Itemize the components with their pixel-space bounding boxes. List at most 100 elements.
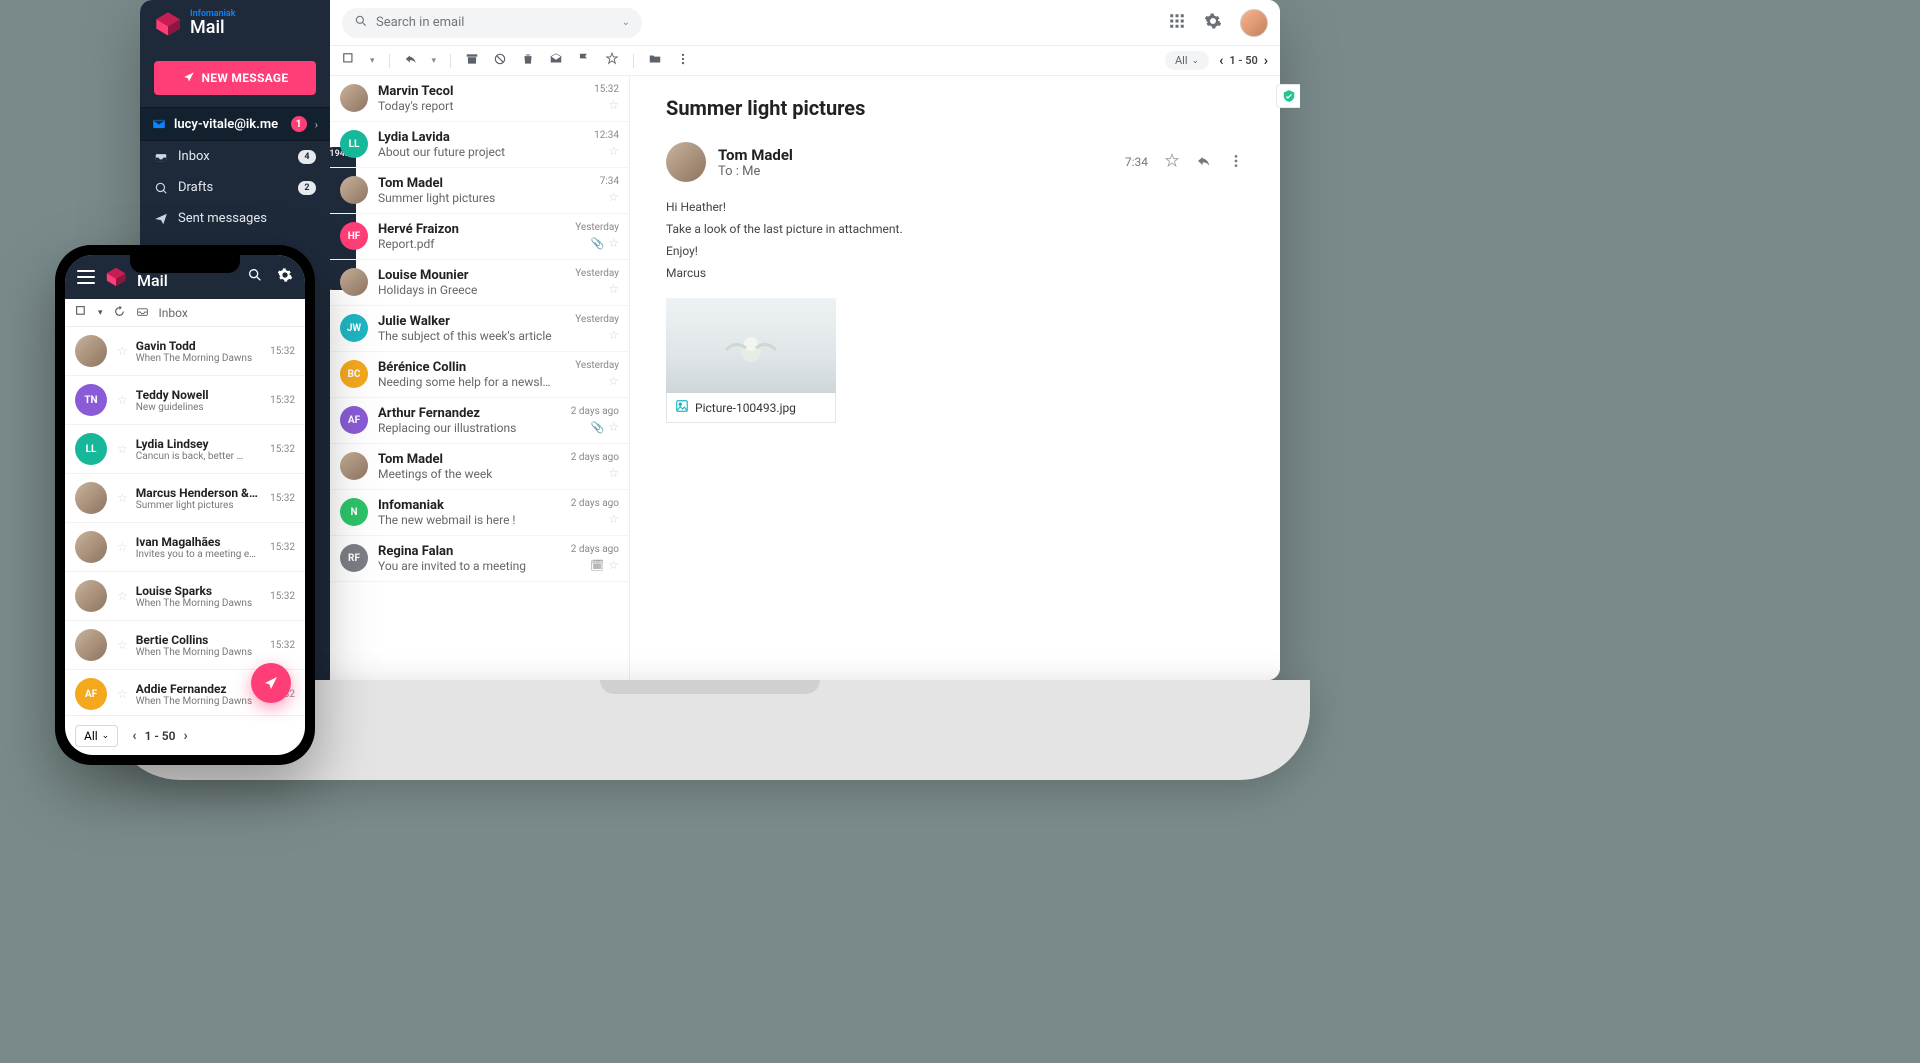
message-from: Lydia Lindsey <box>136 437 260 451</box>
phone-message-row[interactable]: TN ☆ Teddy Nowell New guidelines 15:32 <box>65 376 305 425</box>
new-message-button[interactable]: NEW MESSAGE <box>154 61 316 95</box>
star-icon[interactable]: ☆ <box>117 491 128 505</box>
phone-toolbar: ▾ Inbox <box>65 299 305 327</box>
message-row[interactable]: N Infomaniak The new webmail is here ! 2… <box>330 490 629 536</box>
chevron-down-icon[interactable]: ▾ <box>432 56 437 66</box>
search-icon[interactable] <box>247 267 263 287</box>
search-input[interactable] <box>376 15 614 30</box>
sidebar-item-sent[interactable]: Sent messages <box>140 203 330 234</box>
message-row[interactable]: Tom Madel Meetings of the week 2 days ag… <box>330 444 629 490</box>
chevron-down-icon[interactable]: ⌄ <box>622 17 630 28</box>
star-icon[interactable]: ☆ <box>117 638 128 652</box>
sender-avatar <box>666 142 706 182</box>
star-icon[interactable]: ☆ <box>117 393 128 407</box>
star-icon[interactable] <box>1164 153 1180 172</box>
gear-icon[interactable] <box>277 267 293 287</box>
select-all-checkbox[interactable] <box>75 305 88 321</box>
reader-body-line: Take a look of the last picture in attac… <box>666 222 1244 236</box>
star-icon[interactable]: ☆ <box>608 512 619 526</box>
star-icon[interactable]: ☆ <box>608 466 619 480</box>
message-row[interactable]: JW Julie Walker The subject of this week… <box>330 306 629 352</box>
star-icon[interactable]: ☆ <box>608 374 619 388</box>
compose-fab[interactable] <box>251 663 291 703</box>
message-list: Marvin Tecol Today's report 15:32 ☆ LL L… <box>330 76 630 680</box>
toolbar: ▾ ▾ All ⌄ <box>330 46 1280 76</box>
app-name: Mail <box>137 273 177 289</box>
sidebar-item-drafts[interactable]: Drafts 2 <box>140 172 330 203</box>
user-avatar[interactable] <box>1240 9 1268 37</box>
sender-avatar <box>340 84 368 112</box>
filter-dropdown[interactable]: All ⌄ <box>1165 51 1209 70</box>
message-subject: The new webmail is here ! <box>378 513 555 527</box>
star-icon[interactable]: ☆ <box>608 558 619 572</box>
star-icon[interactable] <box>605 52 619 69</box>
account-row[interactable]: lucy-vitale@ik.me 1 › <box>140 107 330 141</box>
message-row[interactable]: HF Hervé Fraizon Report.pdf Yesterday 📎☆ <box>330 214 629 260</box>
message-row[interactable]: Tom Madel Summer light pictures 7:34 ☆ <box>330 168 629 214</box>
reply-icon[interactable] <box>404 52 418 69</box>
sidebar-item-inbox[interactable]: Inbox 4 <box>140 141 330 172</box>
search-icon <box>354 13 368 32</box>
phone-message-row[interactable]: ☆ Gavin Todd When The Morning Dawns 15:3… <box>65 327 305 376</box>
refresh-icon[interactable] <box>113 305 126 321</box>
message-from: Louise Mounier <box>378 268 555 283</box>
message-time: 2 days ago <box>571 406 619 417</box>
pager-next-button[interactable]: › <box>184 728 188 744</box>
reply-icon[interactable] <box>1196 153 1212 172</box>
message-row[interactable]: BC Bérénice Collin Needing some help for… <box>330 352 629 398</box>
chevron-down-icon[interactable]: ▾ <box>98 308 103 318</box>
archive-icon[interactable] <box>465 52 479 69</box>
star-icon[interactable]: ☆ <box>117 540 128 554</box>
apps-icon[interactable] <box>1168 12 1186 34</box>
spam-icon[interactable] <box>493 52 507 69</box>
search-box[interactable]: ⌄ <box>342 8 642 38</box>
message-time: 15:32 <box>270 542 295 553</box>
star-icon[interactable]: ☆ <box>117 442 128 456</box>
logo-icon <box>154 12 182 36</box>
more-icon[interactable] <box>1228 153 1244 172</box>
sender-avatar <box>75 629 107 661</box>
sidebar-item-label: Sent messages <box>178 211 267 226</box>
star-icon[interactable]: ☆ <box>117 687 128 701</box>
sender-avatar: N <box>340 498 368 526</box>
phone-filter-dropdown[interactable]: All ⌄ <box>75 725 118 747</box>
gear-icon[interactable] <box>1204 12 1222 34</box>
attachment[interactable]: Picture-100493.jpg <box>666 298 836 423</box>
message-row[interactable]: AF Arthur Fernandez Replacing our illust… <box>330 398 629 444</box>
flag-icon[interactable] <box>577 52 591 69</box>
logo-icon <box>105 267 127 287</box>
star-icon[interactable]: ☆ <box>608 420 619 434</box>
phone-message-row[interactable]: ☆ Louise Sparks When The Morning Dawns 1… <box>65 572 305 621</box>
star-icon[interactable]: ☆ <box>608 98 619 112</box>
star-icon[interactable]: ☆ <box>117 344 128 358</box>
phone-message-row[interactable]: ☆ Ivan Magalhães Invites you to a meetin… <box>65 523 305 572</box>
chevron-down-icon[interactable]: ▾ <box>370 56 375 66</box>
star-icon[interactable]: ☆ <box>608 328 619 342</box>
message-row[interactable]: Louise Mounier Holidays in Greece Yester… <box>330 260 629 306</box>
trash-icon[interactable] <box>521 52 535 69</box>
pager-prev-button[interactable]: ‹ <box>132 728 136 744</box>
sender-avatar: HF <box>340 222 368 250</box>
select-all-checkbox[interactable] <box>342 52 356 69</box>
star-icon[interactable]: ☆ <box>117 589 128 603</box>
move-folder-icon[interactable] <box>648 52 662 69</box>
message-from: Ivan Magalhães <box>136 535 260 549</box>
reader-body-line: Hi Heather! <box>666 200 1244 214</box>
star-icon[interactable]: ☆ <box>608 144 619 158</box>
pager-next-button[interactable]: › <box>1264 53 1268 69</box>
phone-message-row[interactable]: LL ☆ Lydia Lindsey Cancun is back, bette… <box>65 425 305 474</box>
message-row[interactable]: LL Lydia Lavida About our future project… <box>330 122 629 168</box>
pager-prev-button[interactable]: ‹ <box>1219 53 1223 69</box>
message-row[interactable]: Marvin Tecol Today's report 15:32 ☆ <box>330 76 629 122</box>
mark-read-icon[interactable] <box>549 52 563 69</box>
check-badge-icon[interactable] <box>1276 84 1280 108</box>
star-icon[interactable]: ☆ <box>608 236 619 250</box>
star-icon[interactable]: ☆ <box>608 190 619 204</box>
phone-message-row[interactable]: ☆ Marcus Henderson & me Summer light pic… <box>65 474 305 523</box>
more-icon[interactable] <box>676 52 690 69</box>
message-row[interactable]: RF Regina Falan You are invited to a mee… <box>330 536 629 582</box>
hamburger-icon[interactable] <box>77 270 95 284</box>
message-time: 15:32 <box>594 84 619 95</box>
phone-filter-label: All <box>84 729 98 743</box>
star-icon[interactable]: ☆ <box>608 282 619 296</box>
